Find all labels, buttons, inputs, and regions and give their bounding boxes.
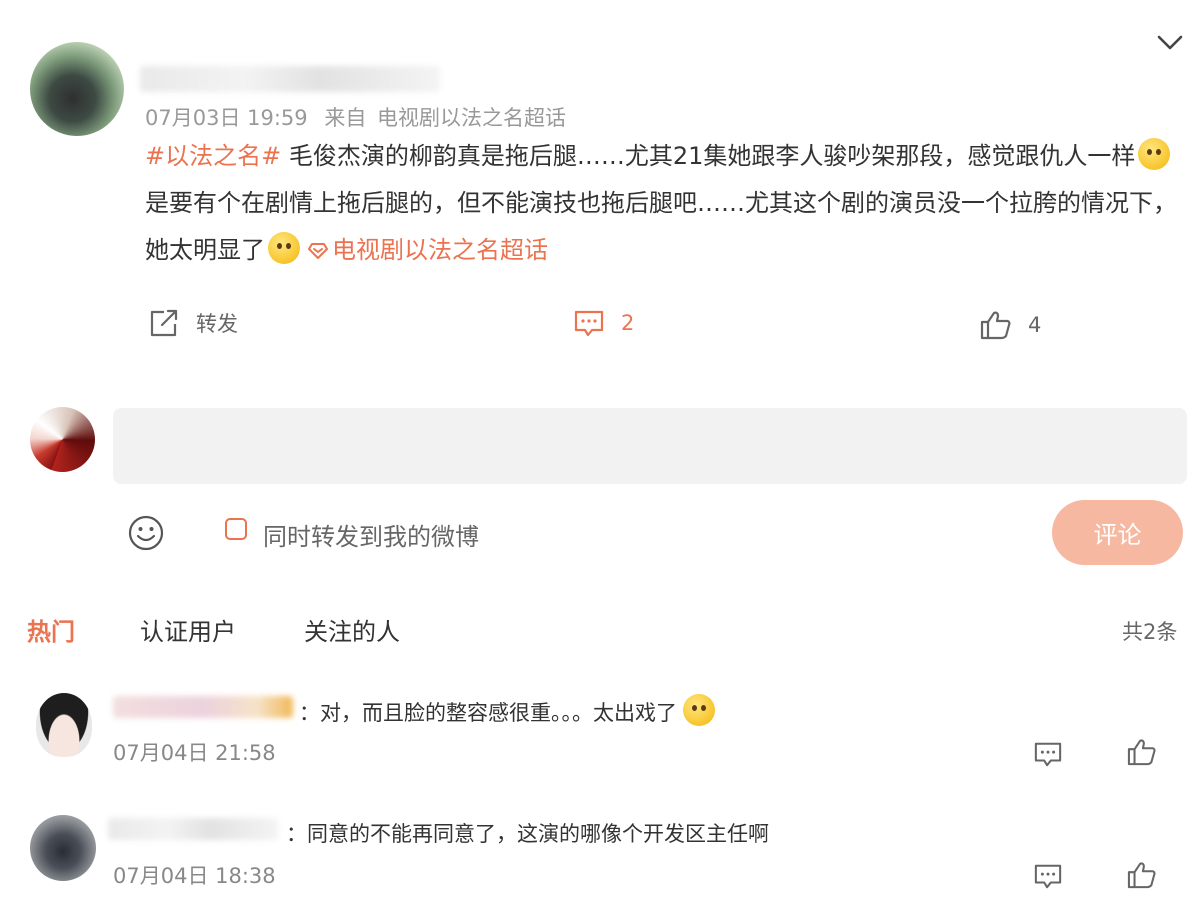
comment-total: 共2条 xyxy=(1122,620,1178,644)
tab-verified-users[interactable]: 认证用户 xyxy=(140,612,236,647)
comment-like-icon[interactable] xyxy=(1127,738,1157,766)
share-icon xyxy=(148,308,180,338)
comment-reply-icon[interactable] xyxy=(1033,740,1063,768)
also-repost-label[interactable]: 同时转发到我的微博 xyxy=(263,517,479,552)
comment-icon xyxy=(573,308,605,338)
commenter-name[interactable] xyxy=(108,818,278,840)
comment-count: 2 xyxy=(621,311,635,335)
comment-time: 07月04日 18:38 xyxy=(113,864,276,888)
commenter-name[interactable] xyxy=(113,696,293,718)
supertopic-diamond-icon xyxy=(307,229,329,276)
post-text-part2: 是要有个在剧情上拖后腿的，但不能演技也拖后腿吧……尤其这个剧的演员没一个拉胯的情… xyxy=(145,189,1177,264)
supertopic-link[interactable]: 电视剧以法之名超话 xyxy=(332,236,548,264)
post-meta: 07月03日 19:59 来自 电视剧以法之名超话 xyxy=(145,102,566,132)
post-text-part1: 毛俊杰演的柳韵真是拖后腿……尤其21集她跟李人骏吵架那段，感觉跟仇人一样 xyxy=(281,142,1136,170)
comment-reply-icon[interactable] xyxy=(1033,862,1063,890)
comment-input[interactable] xyxy=(113,408,1187,484)
laughing-emoji-icon xyxy=(268,232,300,264)
also-repost-checkbox[interactable] xyxy=(225,518,247,540)
repost-label: 转发 xyxy=(196,312,238,336)
like-count: 4 xyxy=(1028,313,1042,337)
post-text: #以法之名# 毛俊杰演的柳韵真是拖后腿……尤其21集她跟李人骏吵架那段，感觉跟仇… xyxy=(145,133,1190,276)
commenter-avatar[interactable] xyxy=(36,693,92,757)
repost-button[interactable]: 转发 xyxy=(148,308,238,338)
tab-following[interactable]: 关注的人 xyxy=(304,612,400,647)
author-avatar[interactable] xyxy=(30,42,124,136)
post-time: 07月03日 19:59 xyxy=(145,106,308,130)
thumbs-up-icon xyxy=(980,310,1012,340)
post-source[interactable]: 电视剧以法之名超话 xyxy=(377,106,566,130)
author-name[interactable] xyxy=(140,66,440,92)
emoji-icon xyxy=(1138,138,1171,170)
my-avatar xyxy=(30,407,95,472)
collapse-chevron-down-icon[interactable] xyxy=(1157,34,1183,52)
commenter-avatar[interactable] xyxy=(30,815,96,881)
post-source-prefix: 来自 xyxy=(324,106,367,130)
smile-emoji-icon xyxy=(683,694,715,726)
tab-hot[interactable]: 热门 xyxy=(27,612,75,647)
comment-like-icon[interactable] xyxy=(1127,861,1157,889)
comment-text-content: ：对，而且脸的整容感很重。。。太出戏了 xyxy=(299,701,677,725)
comment-text: ：对，而且脸的整容感很重。。。太出戏了 xyxy=(299,694,718,727)
comment-button[interactable]: 2 xyxy=(573,308,634,338)
hashtag-link[interactable]: #以法之名# xyxy=(145,142,281,170)
comment-time: 07月04日 21:58 xyxy=(113,741,276,765)
comment-text: ：同意的不能再同意了，这演的哪像个开发区主任啊 xyxy=(286,822,769,846)
emoji-picker-smiley-icon[interactable] xyxy=(128,515,164,551)
submit-comment-button[interactable]: 评论 xyxy=(1052,500,1183,565)
like-button[interactable]: 4 xyxy=(980,310,1041,340)
